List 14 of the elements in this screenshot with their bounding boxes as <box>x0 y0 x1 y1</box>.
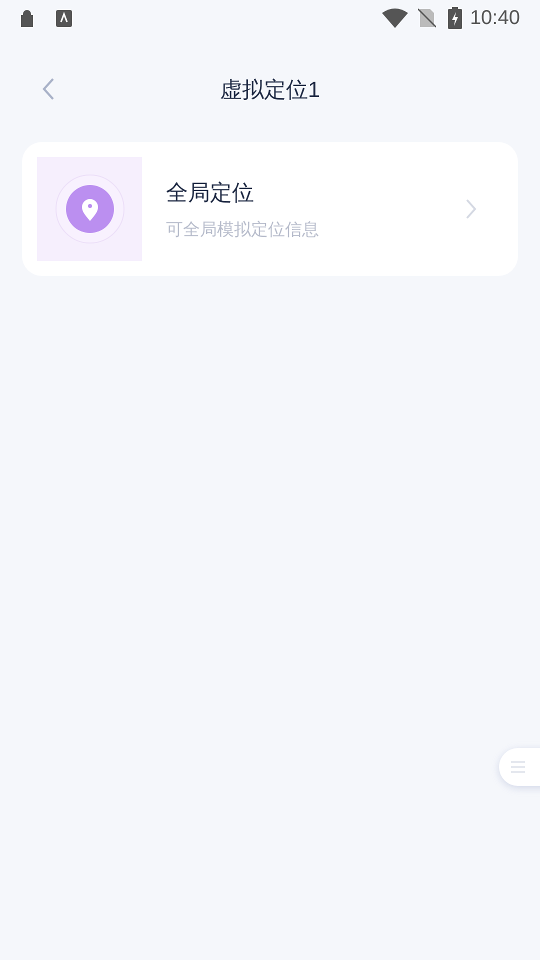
page-title: 虚拟定位1 <box>220 76 320 104</box>
status-time: 10:40 <box>470 6 520 31</box>
menu-icon <box>511 761 525 773</box>
card-title: 全局定位 <box>166 178 255 207</box>
back-icon <box>41 77 55 101</box>
location-card[interactable]: 全局定位 可全局模拟定位信息 <box>22 142 518 276</box>
bag-icon <box>20 10 34 26</box>
chevron-right-icon <box>465 198 477 220</box>
no-sim-icon <box>418 8 436 28</box>
keyboard-icon <box>56 10 72 26</box>
battery-charging-icon <box>448 7 462 29</box>
location-pin-icon <box>54 174 124 244</box>
wifi-icon <box>382 8 408 28</box>
card-subtitle: 可全局模拟定位信息 <box>166 218 320 241</box>
